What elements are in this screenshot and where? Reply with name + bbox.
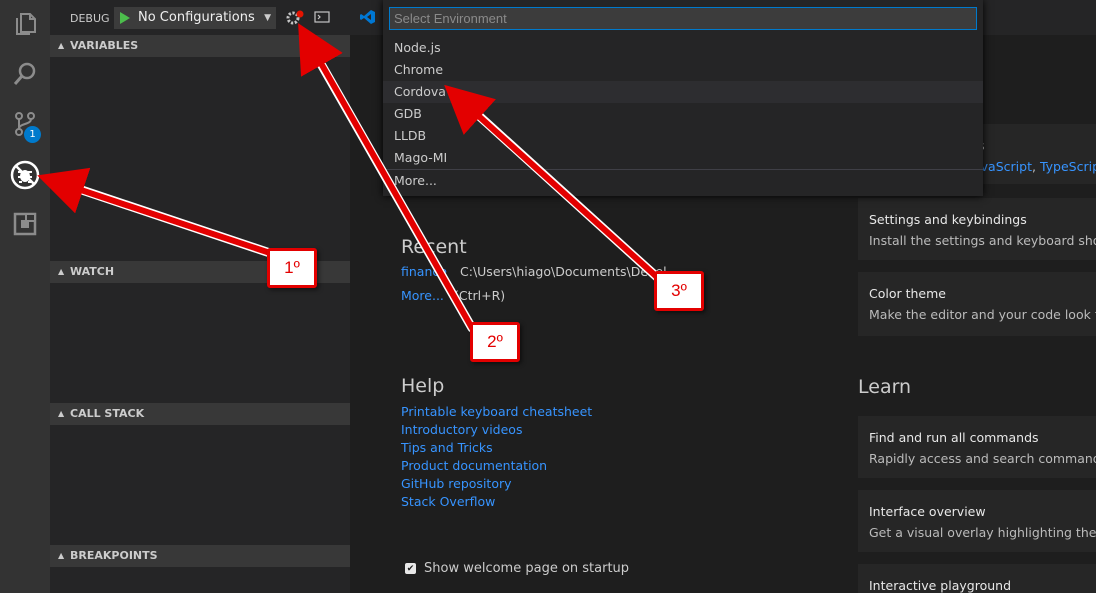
- recent-heading: Recent: [401, 236, 467, 258]
- environment-option[interactable]: Mago-MI: [383, 147, 983, 169]
- collapse-icon: ▲: [58, 41, 65, 50]
- debug-title: DEBUG: [70, 12, 110, 25]
- help-link-stackoverflow[interactable]: Stack Overflow: [401, 494, 495, 509]
- help-link-videos[interactable]: Introductory videos: [401, 422, 522, 437]
- recent-more-link[interactable]: More...: [401, 288, 444, 303]
- recent-more-shortcut: (Ctrl+R): [454, 288, 506, 303]
- interface-overview-card[interactable]: Interface overview Get a visual overlay …: [858, 490, 1096, 552]
- source-control-badge: 1: [24, 126, 41, 143]
- learn-heading: Learn: [858, 376, 912, 398]
- card-title: Interface overview: [869, 504, 986, 519]
- help-link-cheatsheet[interactable]: Printable keyboard cheatsheet: [401, 404, 592, 419]
- debug-sidebar: DEBUG No Configurations ▼ ▲ VARIABLES ▲ WA…: [50, 0, 350, 593]
- environment-option[interactable]: GDB: [383, 103, 983, 125]
- watch-title: WATCH: [70, 265, 115, 278]
- card-description: Install the settings and keyboard shortc…: [869, 233, 1096, 248]
- show-on-startup-checkbox[interactable]: ✔: [405, 563, 416, 574]
- color-theme-card[interactable]: Color theme Make the editor and your cod…: [858, 272, 1096, 336]
- gear-icon: [286, 10, 304, 25]
- play-icon: [120, 12, 130, 24]
- interactive-playground-card[interactable]: Interactive playground: [858, 564, 1096, 593]
- extensions-icon[interactable]: [8, 207, 42, 241]
- select-environment-quick-pick: Node.js Chrome Cordova GDB LLDB Mago-MI …: [383, 0, 983, 196]
- call-stack-section-header[interactable]: ▲ CALL STACK: [50, 403, 350, 425]
- variables-section-header[interactable]: ▲ VARIABLES: [50, 35, 350, 57]
- start-debugging-button[interactable]: [114, 7, 136, 29]
- card-description: Make the editor and your code look the: [869, 307, 1096, 322]
- configure-launch-button[interactable]: [284, 8, 306, 28]
- step-1-label: 1º: [267, 248, 317, 288]
- debug-icon[interactable]: [8, 158, 42, 192]
- find-commands-card[interactable]: Find and run all commands Rapidly access…: [858, 416, 1096, 478]
- breakpoints-section-header[interactable]: ▲ BREAKPOINTS: [50, 545, 350, 567]
- activity-bar: 1: [0, 0, 50, 593]
- environment-option[interactable]: LLDB: [383, 125, 983, 147]
- call-stack-title: CALL STACK: [70, 407, 145, 420]
- environment-option[interactable]: Node.js: [383, 37, 983, 59]
- console-icon: [314, 11, 330, 23]
- debug-config-select[interactable]: No Configurations ▼: [136, 7, 276, 29]
- help-link-tips[interactable]: Tips and Tricks: [401, 440, 493, 455]
- card-title: Find and run all commands: [869, 430, 1039, 445]
- environment-option-selected[interactable]: Cordova: [383, 81, 983, 103]
- collapse-icon: ▲: [58, 267, 65, 276]
- breakpoints-title: BREAKPOINTS: [70, 549, 158, 562]
- collapse-icon: ▲: [58, 551, 65, 560]
- debug-toolbar: DEBUG No Configurations ▼: [50, 0, 350, 35]
- explorer-icon[interactable]: [8, 7, 42, 41]
- typescript-link[interactable]: TypeScript: [1040, 159, 1096, 174]
- show-on-startup-label: Show welcome page on startup: [424, 561, 630, 576]
- help-link-github[interactable]: GitHub repository: [401, 476, 512, 491]
- debug-config-value: No Configurations: [138, 10, 255, 25]
- settings-keybindings-card[interactable]: Settings and keybindings Install the set…: [858, 198, 1096, 260]
- more-environments-option[interactable]: More...: [383, 170, 983, 192]
- chevron-down-icon: ▼: [264, 13, 271, 23]
- card-title: Interactive playground: [869, 578, 1011, 593]
- card-title: Color theme: [869, 286, 946, 301]
- recent-item-link[interactable]: finance: [401, 264, 447, 279]
- help-link-docs[interactable]: Product documentation: [401, 458, 547, 473]
- search-icon[interactable]: [8, 57, 42, 91]
- card-description: Rapidly access and search commands fr: [869, 451, 1096, 466]
- help-heading: Help: [401, 375, 445, 397]
- environment-option[interactable]: Chrome: [383, 59, 983, 81]
- card-description: Get a visual overlay highlighting the ma: [869, 525, 1096, 540]
- debug-console-button[interactable]: [314, 9, 332, 25]
- recent-item-path: C:\Users\hiago\Documents\Devel: [460, 264, 667, 279]
- environment-search-input[interactable]: [389, 7, 977, 30]
- card-title: Settings and keybindings: [869, 212, 1027, 227]
- link-separator: ,: [1031, 159, 1040, 174]
- collapse-icon: ▲: [58, 409, 65, 418]
- step-2-label: 2º: [470, 322, 520, 362]
- variables-title: VARIABLES: [70, 39, 139, 52]
- step-3-label: 3º: [654, 271, 704, 311]
- vscode-logo-icon: [360, 10, 375, 24]
